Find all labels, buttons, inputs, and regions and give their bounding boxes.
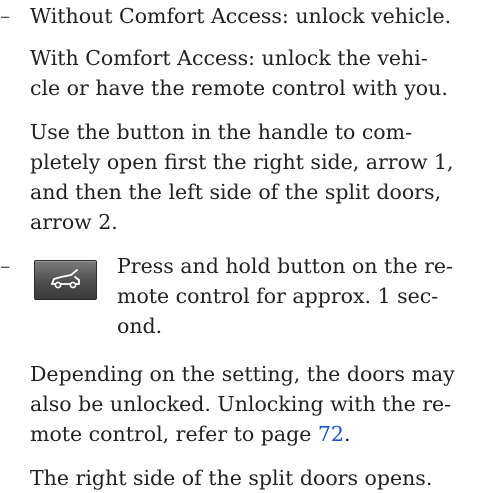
step-2-unlock-note: Depending on the setting, the doors may … <box>30 362 455 446</box>
step-1-comfort-access-note: With Comfort Access: unlock the vehi- cl… <box>30 46 448 100</box>
step-1-instruction: Without Comfort Access: unlock vehicle. <box>30 4 452 28</box>
manual-page: – Without Comfort Access: unlock vehicle… <box>0 0 502 490</box>
step-2-result: The right side of the split doors opens. <box>30 466 433 490</box>
car-rear-open-icon <box>51 269 80 289</box>
remote-button-instruction: Press and hold button on the re- mote co… <box>30 251 502 347</box>
page-reference-link[interactable]: 72 <box>318 422 344 446</box>
button-press-text: Press and hold button on the re- mote co… <box>117 254 453 338</box>
step-2: – Press and hold button on the re- mote … <box>0 251 502 493</box>
bullet-dash: – <box>0 4 11 28</box>
step-1-handle-instructions: Use the button in the handle to com- ple… <box>30 120 454 234</box>
tailgate-open-key-icon <box>34 260 97 300</box>
bullet-dash: – <box>0 254 11 278</box>
step-1: – Without Comfort Access: unlock vehicle… <box>0 1 502 237</box>
